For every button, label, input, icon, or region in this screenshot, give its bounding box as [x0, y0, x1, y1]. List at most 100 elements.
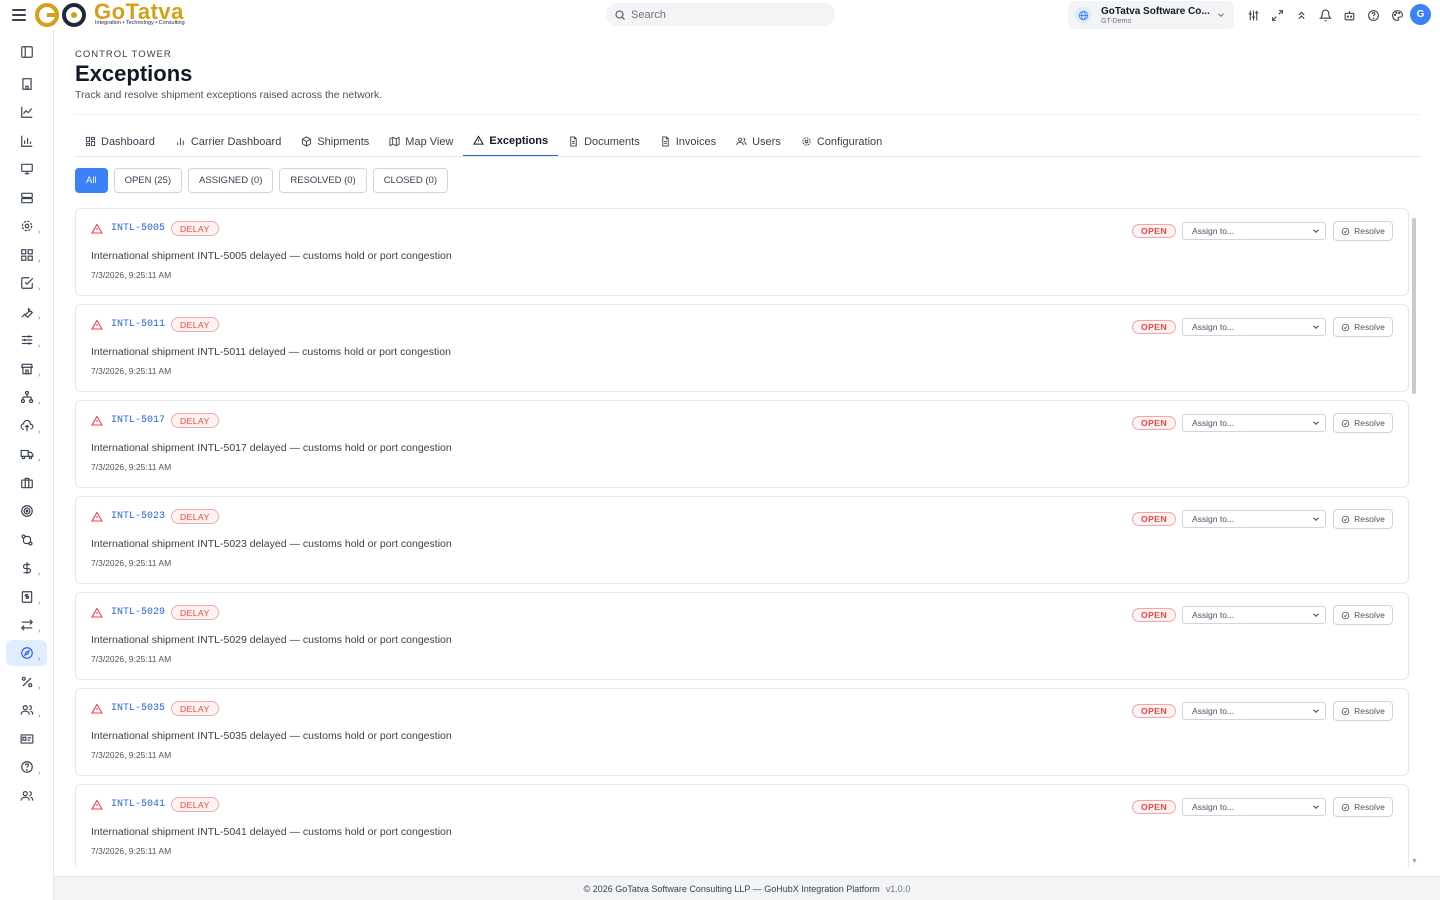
- tab-map-view[interactable]: Map View: [379, 126, 463, 157]
- assign-select[interactable]: Assign to...: [1182, 702, 1326, 720]
- tab-label: Exceptions: [489, 134, 549, 147]
- bar-chart-icon[interactable]: [6, 128, 47, 154]
- filter-closed[interactable]: CLOSED (0): [372, 168, 449, 193]
- sidebar-toggle-icon[interactable]: [6, 39, 47, 65]
- network-icon[interactable]: ›: [6, 384, 47, 410]
- avatar[interactable]: G: [1410, 4, 1431, 25]
- settings-icon[interactable]: ›: [6, 213, 47, 239]
- bell-icon[interactable]: [1316, 6, 1334, 24]
- palette-icon[interactable]: [1388, 6, 1406, 24]
- truck-icon[interactable]: ›: [6, 441, 47, 467]
- exception-code[interactable]: INTL-5029: [111, 607, 165, 618]
- filter-resolved[interactable]: RESOLVED (0): [279, 168, 367, 193]
- check-circle-icon: [1341, 611, 1350, 619]
- assign-select[interactable]: Assign to...: [1182, 798, 1326, 816]
- status-badge: OPEN: [1132, 512, 1177, 526]
- wrench-icon[interactable]: ›: [6, 299, 47, 325]
- bot-icon[interactable]: [1340, 6, 1358, 24]
- resolve-button[interactable]: Resolve: [1333, 605, 1393, 625]
- check-square-icon[interactable]: ›: [6, 270, 47, 296]
- assign-placeholder: Assign to...: [1192, 610, 1235, 620]
- assign-select[interactable]: Assign to...: [1182, 510, 1326, 528]
- resolve-label: Resolve: [1354, 514, 1385, 524]
- resolve-button[interactable]: Resolve: [1333, 317, 1393, 337]
- arrows-exchange-icon[interactable]: ›: [6, 612, 47, 638]
- exception-code[interactable]: INTL-5011: [111, 319, 165, 330]
- chevron-right-icon: ›: [38, 372, 41, 379]
- help-icon[interactable]: [1364, 6, 1382, 24]
- resolve-button[interactable]: Resolve: [1333, 221, 1393, 241]
- dollar-icon[interactable]: ›: [6, 555, 47, 581]
- tab-carrier-dashboard[interactable]: Carrier Dashboard: [165, 126, 291, 157]
- receipt-icon[interactable]: ›: [6, 584, 47, 610]
- alert-triangle-icon: [91, 319, 103, 330]
- chevrons-up-icon[interactable]: [1292, 6, 1310, 24]
- users-icon[interactable]: ›: [6, 697, 47, 723]
- exception-code[interactable]: INTL-5017: [111, 415, 165, 426]
- briefcase-icon[interactable]: [6, 470, 47, 496]
- id-card-icon[interactable]: [6, 726, 47, 752]
- tab-exceptions[interactable]: Exceptions: [463, 126, 559, 157]
- tab-shipments[interactable]: Shipments: [291, 126, 379, 157]
- tab-users[interactable]: Users: [726, 126, 791, 157]
- check-circle-icon: [1341, 227, 1350, 235]
- search-box[interactable]: [606, 3, 835, 26]
- scroll-down-arrow-icon[interactable]: ▼: [1411, 858, 1418, 865]
- exception-code[interactable]: INTL-5005: [111, 223, 165, 234]
- assign-select[interactable]: Assign to...: [1182, 222, 1326, 240]
- tab-invoices[interactable]: Invoices: [650, 126, 726, 157]
- assign-select[interactable]: Assign to...: [1182, 318, 1326, 336]
- exception-timestamp: 7/3/2026, 9:25:11 AM: [91, 654, 172, 664]
- filter-open[interactable]: OPEN (25): [113, 168, 183, 193]
- bar-chart-icon: [177, 137, 184, 146]
- exception-card: INTL-5005 DELAY International shipment I…: [75, 208, 1409, 296]
- scrollbar-thumb[interactable]: [1412, 218, 1416, 394]
- resolve-button[interactable]: Resolve: [1333, 413, 1393, 433]
- tab-dashboard[interactable]: Dashboard: [75, 126, 165, 157]
- git-compare-icon[interactable]: [6, 527, 47, 553]
- compass-icon[interactable]: ›: [6, 640, 47, 666]
- assign-select[interactable]: Assign to...: [1182, 414, 1326, 432]
- target-icon[interactable]: [6, 498, 47, 524]
- resolve-button[interactable]: Resolve: [1333, 797, 1393, 817]
- tab-configuration[interactable]: Configuration: [791, 126, 892, 157]
- building-icon[interactable]: [6, 71, 47, 97]
- chevron-right-icon: ›: [38, 429, 41, 436]
- exception-code[interactable]: INTL-5035: [111, 703, 165, 714]
- team-icon[interactable]: [6, 783, 47, 809]
- help-circle-icon[interactable]: ›: [6, 754, 47, 780]
- cloud-upload-icon[interactable]: ›: [6, 413, 47, 439]
- store-icon[interactable]: ›: [6, 356, 47, 382]
- monitor-icon[interactable]: [6, 156, 47, 182]
- sliders-horizontal-icon[interactable]: ›: [6, 327, 47, 353]
- assign-select[interactable]: Assign to...: [1182, 606, 1326, 624]
- scrollbar[interactable]: [1410, 210, 1418, 870]
- sliders-icon[interactable]: [1244, 6, 1262, 24]
- chevron-right-icon: ›: [38, 685, 41, 692]
- line-chart-icon[interactable]: [6, 99, 47, 125]
- exception-code[interactable]: INTL-5041: [111, 799, 165, 810]
- resolve-button[interactable]: Resolve: [1333, 701, 1393, 721]
- grid-icon[interactable]: ›: [6, 242, 47, 268]
- logo[interactable]: GoTatva Integration • Technology • Consu…: [34, 0, 185, 30]
- dashboard-icon: [85, 136, 96, 147]
- org-switcher[interactable]: GoTatva Software Co... GT-Demo: [1068, 1, 1234, 29]
- server-icon[interactable]: [6, 185, 47, 211]
- tab-label: Invoices: [675, 135, 717, 148]
- exception-code[interactable]: INTL-5023: [111, 511, 165, 522]
- expand-icon[interactable]: [1268, 6, 1286, 24]
- menu-icon[interactable]: [12, 8, 26, 22]
- exception-timestamp: 7/3/2026, 9:25:11 AM: [91, 750, 172, 760]
- exception-card: INTL-5023 DELAY International shipment I…: [75, 496, 1409, 584]
- chevron-down-icon: [1313, 325, 1319, 329]
- percent-icon[interactable]: ›: [6, 669, 47, 695]
- filter-assigned[interactable]: ASSIGNED (0): [188, 168, 274, 193]
- exception-timestamp: 7/3/2026, 9:25:11 AM: [91, 558, 172, 568]
- tab-documents[interactable]: Documents: [558, 126, 650, 157]
- search-input[interactable]: [631, 8, 821, 21]
- assign-placeholder: Assign to...: [1192, 706, 1235, 716]
- tab-label: Carrier Dashboard: [190, 135, 282, 148]
- resolve-button[interactable]: Resolve: [1333, 509, 1393, 529]
- filter-all[interactable]: All: [75, 168, 108, 193]
- users-icon: [736, 137, 747, 146]
